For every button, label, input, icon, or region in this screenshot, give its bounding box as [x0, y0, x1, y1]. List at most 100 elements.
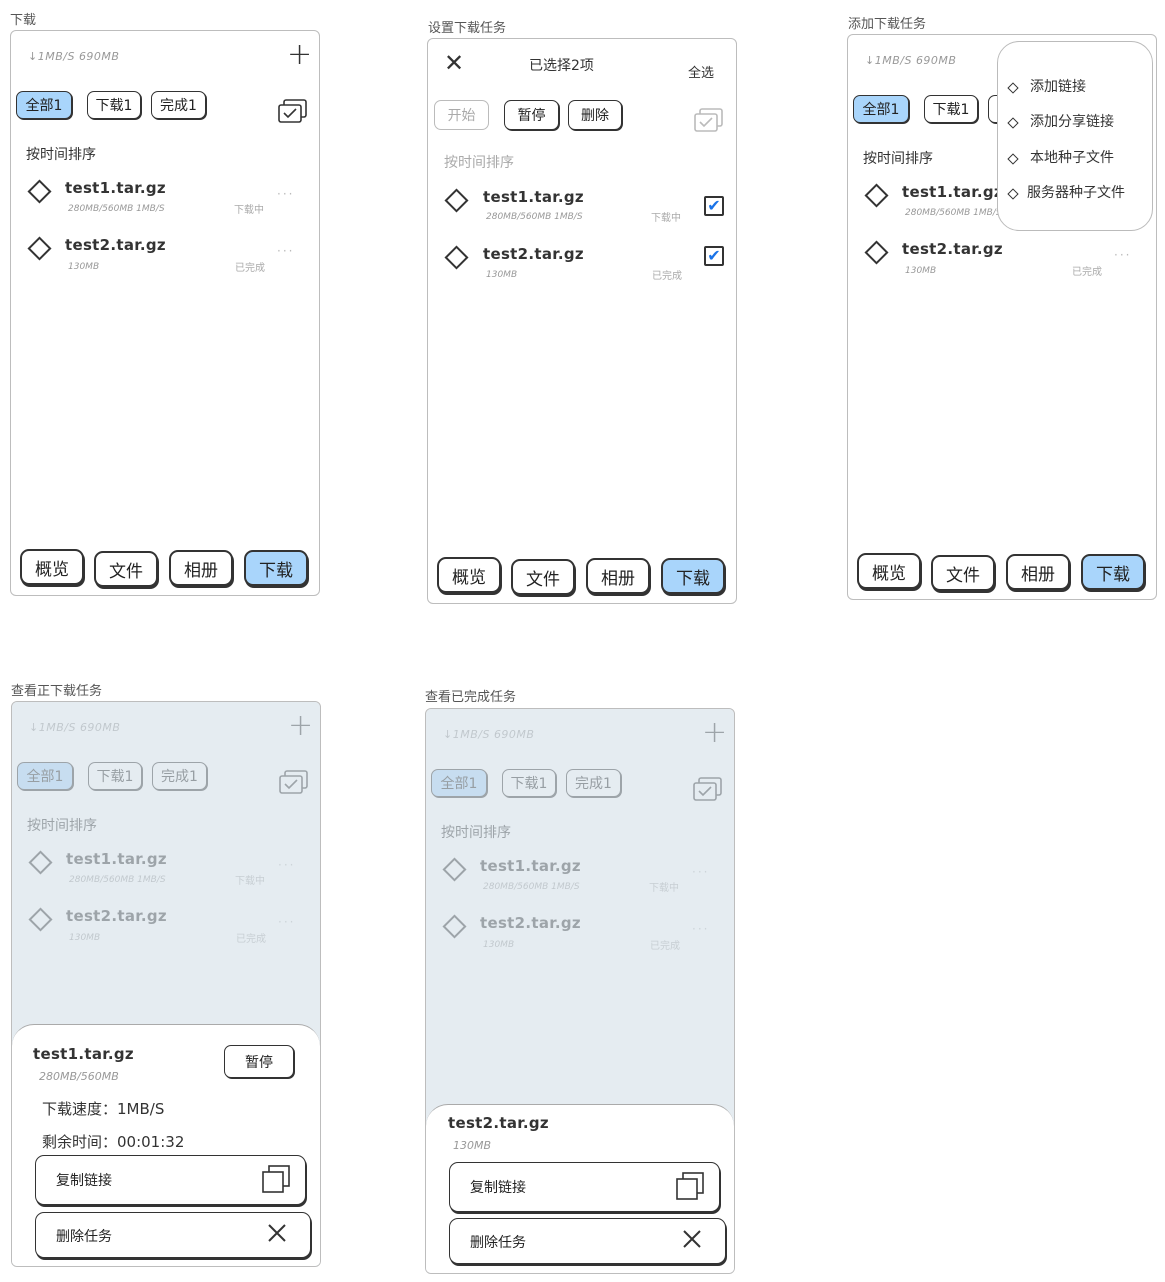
nav-overview[interactable]: 概览	[20, 549, 84, 585]
filter-downloading[interactable]: 下载1	[924, 95, 978, 123]
file-meta: 130MB	[905, 266, 937, 276]
add-menu: 添加链接 添加分享链接 本地种子文件 服务器种子文件	[997, 41, 1153, 231]
file-name: test1.tar.gz	[902, 183, 1003, 201]
sheet-file-name: test2.tar.gz	[448, 1114, 549, 1132]
multi-select-icon[interactable]	[693, 107, 725, 135]
more-icon[interactable]: ···	[1114, 248, 1131, 262]
screen-add: ↓1MB/S 690MB 全部1 下载1 完成1 按时间排序 test1.tar…	[847, 34, 1157, 600]
speed-info: ↓1MB/S 690MB	[865, 54, 957, 67]
task-detail-sheet: test2.tar.gz 130MB 复制链接 删除任务	[426, 1104, 734, 1273]
list-item[interactable]: test2.tar.gz 130MB 已完成 ···	[11, 233, 319, 278]
caption-view-done: 查看已完成任务	[425, 690, 517, 705]
file-icon	[444, 245, 469, 270]
sort-label[interactable]: 按时间排序	[863, 148, 933, 168]
start-button[interactable]: 开始	[434, 100, 489, 130]
nav-download[interactable]: 下载	[1081, 554, 1145, 590]
menu-add-share-link[interactable]: 添加分享链接	[1030, 111, 1114, 131]
screen-view-done: ↓1MB/S 690MB + 全部1 下载1 完成1 按时间排序 test1.t…	[425, 708, 735, 1274]
caption-add-task: 添加下载任务	[848, 17, 927, 32]
sheet-file-size: 280MB/560MB	[39, 1070, 119, 1083]
menu-local-torrent[interactable]: 本地种子文件	[1030, 147, 1114, 167]
task-detail-sheet: test1.tar.gz 280MB/560MB 暂停 下载速度：1MB/S 剩…	[12, 1024, 320, 1266]
remaining-time: 剩余时间：00:01:32	[42, 1133, 185, 1151]
file-meta: 280MB/560MB 1MB/S	[68, 204, 165, 214]
menu-server-torrent[interactable]: 服务器种子文件	[1027, 182, 1125, 202]
delete-task-label: 删除任务	[470, 1235, 526, 1251]
copy-icon	[676, 1172, 704, 1200]
copy-link-label: 复制链接	[56, 1173, 112, 1189]
nav-overview[interactable]: 概览	[857, 553, 921, 589]
nav-download[interactable]: 下载	[661, 558, 725, 594]
close-icon[interactable]: ✕	[444, 51, 464, 75]
list-item[interactable]: test2.tar.gz 130MB 已完成 ✔	[428, 241, 736, 286]
file-status: 已完成	[235, 263, 265, 274]
copy-link-button[interactable]: 复制链接	[35, 1155, 306, 1205]
delete-task-button[interactable]: 删除任务	[449, 1218, 726, 1264]
delete-task-button[interactable]: 删除任务	[35, 1212, 311, 1258]
more-icon[interactable]: ···	[277, 244, 294, 258]
filter-done[interactable]: 完成1	[151, 91, 206, 119]
file-status: 下载中	[234, 205, 264, 216]
file-name: test1.tar.gz	[65, 179, 166, 197]
nav-files[interactable]: 文件	[94, 551, 158, 587]
list-item[interactable]: test1.tar.gz 280MB/560MB 1MB/S 下载中 ✔	[428, 184, 736, 229]
file-icon	[864, 240, 889, 265]
copy-link-label: 复制链接	[470, 1180, 526, 1196]
nav-files[interactable]: 文件	[931, 555, 995, 591]
screen-select: ✕ 已选择2项 全选 开始 暂停 删除 按时间排序 test1.tar.gz 2…	[427, 38, 737, 604]
sheet-file-name: test1.tar.gz	[33, 1045, 134, 1063]
file-icon	[27, 179, 52, 204]
copy-link-button[interactable]: 复制链接	[449, 1162, 720, 1212]
menu-item-icon	[1007, 188, 1019, 200]
filter-all[interactable]: 全部1	[853, 95, 909, 123]
file-meta: 280MB/560MB 1MB/S	[905, 208, 1002, 218]
selected-count: 已选择2项	[529, 58, 594, 74]
checkbox[interactable]: ✔	[704, 246, 724, 266]
file-name: test2.tar.gz	[902, 240, 1003, 258]
sort-label[interactable]: 按时间排序	[26, 144, 96, 164]
file-status: 下载中	[651, 213, 681, 224]
nav-overview[interactable]: 概览	[437, 557, 501, 593]
list-item[interactable]: test2.tar.gz 130MB 已完成 ···	[848, 237, 1156, 282]
menu-add-link[interactable]: 添加链接	[1030, 76, 1086, 96]
file-meta: 130MB	[68, 262, 100, 272]
nav-download[interactable]: 下载	[244, 550, 308, 586]
filter-downloading[interactable]: 下载1	[87, 91, 141, 119]
menu-item-icon	[1007, 153, 1019, 165]
file-meta: 280MB/560MB 1MB/S	[486, 212, 583, 222]
close-icon	[268, 1224, 286, 1242]
nav-files[interactable]: 文件	[511, 559, 575, 595]
filter-all[interactable]: 全部1	[16, 91, 72, 119]
screen-view-downloading: ↓1MB/S 690MB + 全部1 下载1 完成1 按时间排序 test1.t…	[11, 701, 321, 1267]
nav-album[interactable]: 相册	[169, 550, 233, 586]
file-status: 已完成	[652, 271, 682, 282]
menu-item-icon	[1007, 117, 1019, 129]
pause-button[interactable]: 暂停	[504, 100, 559, 130]
multi-select-icon[interactable]	[277, 98, 309, 126]
file-meta: 130MB	[486, 270, 518, 280]
list-item[interactable]: test1.tar.gz 280MB/560MB 1MB/S 下载中 ···	[11, 176, 319, 221]
select-all-button[interactable]: 全选	[688, 62, 714, 81]
file-status: 已完成	[1072, 267, 1102, 278]
add-icon[interactable]: +	[287, 40, 312, 70]
caption-set-task: 设置下载任务	[428, 21, 507, 36]
file-icon	[864, 183, 889, 208]
sort-label: 按时间排序	[444, 155, 514, 171]
file-icon	[27, 236, 52, 261]
screen-download: ↓1MB/S 690MB + 全部1 下载1 完成1 按时间排序 test1.t…	[10, 30, 320, 596]
nav-album[interactable]: 相册	[1006, 554, 1070, 590]
delete-button[interactable]: 删除	[568, 100, 622, 130]
more-icon[interactable]: ···	[277, 187, 294, 201]
delete-task-label: 删除任务	[56, 1229, 112, 1245]
pause-button[interactable]: 暂停	[224, 1045, 294, 1078]
file-name: test2.tar.gz	[483, 245, 584, 263]
caption-view-downloading: 查看正下载任务	[11, 684, 103, 699]
checkbox[interactable]: ✔	[704, 196, 724, 216]
speed-info: ↓1MB/S 690MB	[28, 50, 120, 63]
file-icon	[444, 188, 469, 213]
caption-download: 下载	[10, 13, 37, 28]
menu-item-icon	[1007, 82, 1019, 94]
nav-album[interactable]: 相册	[586, 558, 650, 594]
file-name: test1.tar.gz	[483, 188, 584, 206]
close-icon	[683, 1230, 701, 1248]
